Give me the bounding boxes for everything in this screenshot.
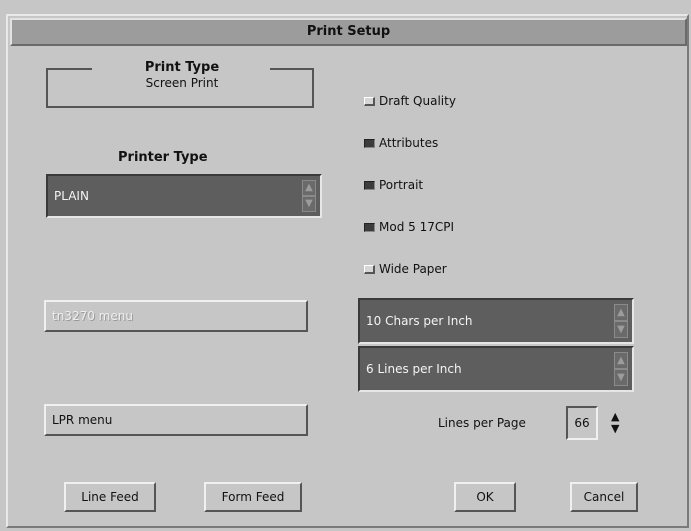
print-type-group: Print Type Screen Print	[46, 60, 314, 108]
cancel-label: Cancel	[583, 490, 625, 504]
print-type-value: Screen Print	[145, 76, 219, 90]
printer-type-label: Printer Type	[118, 150, 208, 165]
chars-per-inch-spinner[interactable]: ▲ ▼	[614, 304, 628, 338]
line-feed-label: Line Feed	[81, 490, 139, 504]
lines-per-page-spinner[interactable]: ▲ ▼	[611, 411, 619, 435]
checkbox-off-icon	[364, 96, 375, 106]
print-setup-dialog: Print Setup Print Type Screen Print Prin…	[0, 0, 691, 531]
portrait-toggle[interactable]: Portrait	[364, 178, 423, 192]
form-feed-label: Form Feed	[221, 490, 285, 504]
lines-per-inch-selector[interactable]: 6 Lines per Inch ▲ ▼	[358, 346, 634, 392]
print-type-label: Print Type	[144, 60, 220, 75]
mod5-17cpi-label: Mod 5 17CPI	[379, 220, 454, 234]
ok-label: OK	[476, 490, 494, 504]
lpr-menu-label: LPR menu	[52, 413, 113, 427]
checkbox-on-icon	[364, 180, 375, 190]
title-bar[interactable]: Print Setup	[10, 18, 687, 46]
tn3270-menu-button[interactable]: tn3270 menu	[44, 300, 308, 332]
window-title: Print Setup	[306, 24, 391, 39]
printer-type-spinner[interactable]: ▲ ▼	[302, 180, 316, 212]
up-arrow-icon[interactable]: ▲	[302, 180, 316, 196]
down-arrow-icon[interactable]: ▼	[614, 321, 628, 338]
up-arrow-icon[interactable]: ▲	[614, 352, 628, 369]
checkbox-on-icon	[364, 222, 375, 232]
printer-type-value: PLAIN	[54, 189, 89, 203]
draft-quality-label: Draft Quality	[379, 94, 456, 108]
ok-button[interactable]: OK	[454, 482, 516, 512]
lines-per-inch-spinner[interactable]: ▲ ▼	[614, 352, 628, 386]
checkbox-on-icon	[364, 138, 375, 148]
line-feed-button[interactable]: Line Feed	[64, 482, 156, 512]
draft-quality-toggle[interactable]: Draft Quality	[364, 94, 456, 108]
tn3270-menu-label: tn3270 menu	[52, 309, 133, 323]
lines-per-page-label: Lines per Page	[438, 416, 526, 430]
down-arrow-icon[interactable]: ▼	[611, 423, 619, 435]
portrait-label: Portrait	[379, 178, 424, 192]
lines-per-inch-value: 6 Lines per Inch	[366, 362, 462, 376]
form-feed-button[interactable]: Form Feed	[204, 482, 302, 512]
checkbox-off-icon	[364, 264, 375, 274]
down-arrow-icon[interactable]: ▼	[302, 196, 316, 212]
lines-per-page-field[interactable]: 66	[566, 406, 598, 440]
wide-paper-toggle[interactable]: Wide Paper	[364, 262, 447, 276]
lpr-menu-button[interactable]: LPR menu	[44, 404, 308, 436]
printer-type-selector[interactable]: PLAIN ▲ ▼	[46, 174, 322, 218]
up-arrow-icon[interactable]: ▲	[614, 304, 628, 321]
attributes-label: Attributes	[379, 136, 439, 150]
mod5-17cpi-toggle[interactable]: Mod 5 17CPI	[364, 220, 454, 234]
attributes-toggle[interactable]: Attributes	[364, 136, 438, 150]
lines-per-page-value: 66	[574, 416, 590, 430]
chars-per-inch-value: 10 Chars per Inch	[366, 314, 473, 328]
chars-per-inch-selector[interactable]: 10 Chars per Inch ▲ ▼	[358, 298, 634, 344]
cancel-button[interactable]: Cancel	[570, 482, 638, 512]
down-arrow-icon[interactable]: ▼	[614, 369, 628, 386]
wide-paper-label: Wide Paper	[379, 262, 447, 276]
